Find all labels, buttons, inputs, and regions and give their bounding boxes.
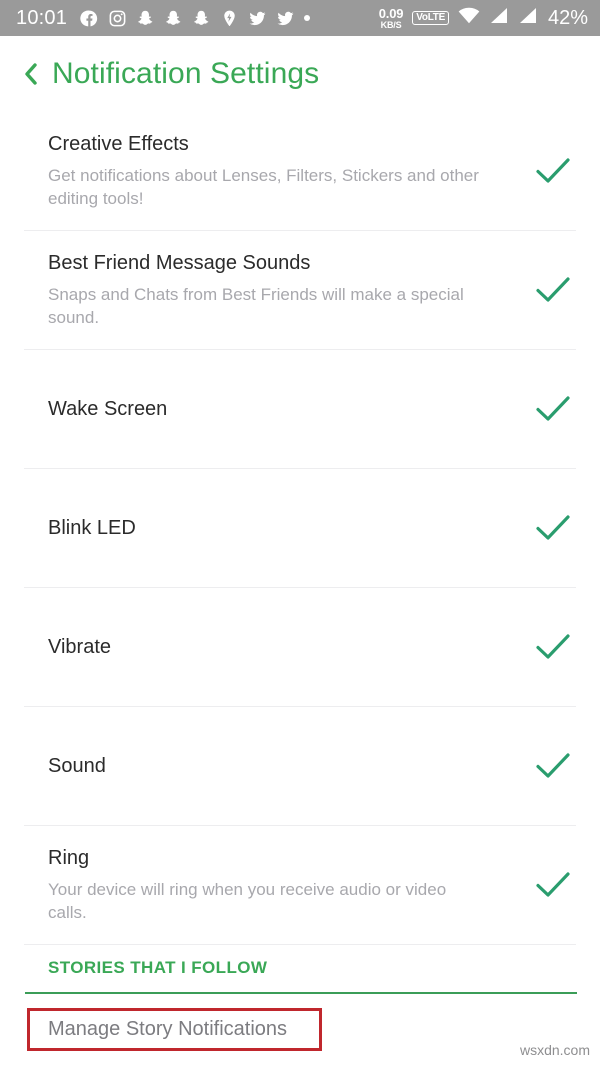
checkmark-icon[interactable] [530,156,576,186]
setting-row-sound[interactable]: Sound [0,707,600,825]
setting-title: Ring [48,846,90,869]
setting-row-wake-screen[interactable]: Wake Screen [0,350,600,468]
section-header-stories-that-i-follow: STORIES THAT I FOLLOW [48,958,268,977]
setting-row-creative-effects[interactable]: Creative Effects Get notifications about… [0,112,600,230]
wifi-icon [458,7,480,29]
checkmark-icon[interactable] [530,870,576,900]
setting-subtitle: Get notifications about Lenses, Filters,… [48,165,479,208]
row-divider [24,944,576,945]
network-speed-indicator: 0.09 KB/S [379,7,404,30]
twitter-icon [248,9,267,28]
section-green-rule [25,992,577,994]
setting-row-ring[interactable]: Ring Your device will ring when you rece… [0,826,600,944]
setting-texts: Best Friend Message Sounds Snaps and Cha… [48,251,530,330]
network-speed-unit: KB/S [380,19,402,30]
setting-texts: Ring Your device will ring when you rece… [48,846,530,925]
watermark: wsxdn.com [519,1042,590,1058]
checkmark-icon[interactable] [530,394,576,424]
setting-row-blink-led[interactable]: Blink LED [0,469,600,587]
setting-texts: Blink LED [48,516,530,540]
notification-settings-screen: 10:01 0.09 KB/S VoLTE 42% Notification S… [0,0,600,1066]
signal-icon [489,7,509,29]
setting-row-vibrate[interactable]: Vibrate [0,588,600,706]
snapchat-bolt-icon [220,9,239,28]
network-speed-value: 0.09 [378,5,404,21]
snapchat-icon [164,9,183,28]
checkmark-icon[interactable] [530,275,576,305]
setting-texts: Wake Screen [48,397,530,421]
page-header: Notification Settings [0,36,600,112]
setting-title: Vibrate [48,636,112,658]
annotation-highlight-box [27,1008,322,1051]
status-bar-notification-icons [80,9,311,28]
signal-icon [518,7,538,29]
setting-title: Best Friend Message Sounds [48,251,311,274]
snapchat-icon [192,9,211,28]
snapchat-icon [136,9,155,28]
overflow-dot-icon [304,15,311,21]
setting-row-best-friend-message-sounds[interactable]: Best Friend Message Sounds Snaps and Cha… [0,231,600,349]
setting-title: Creative Effects [48,132,189,155]
twitter-icon [276,9,295,28]
checkmark-icon[interactable] [530,632,576,662]
setting-title: Wake Screen [48,398,168,420]
battery-percent: 42% [547,7,588,29]
checkmark-icon[interactable] [530,513,576,543]
settings-list: Creative Effects Get notifications about… [0,112,600,945]
checkmark-icon[interactable] [530,751,576,781]
status-bar-right-cluster: 0.09 KB/S VoLTE 42% [379,7,588,30]
setting-texts: Sound [48,754,530,778]
status-bar-clock: 10:01 [16,7,68,29]
setting-title: Sound [48,755,106,777]
setting-texts: Vibrate [48,635,530,659]
setting-title: Blink LED [48,517,136,539]
instagram-icon [108,9,127,28]
setting-texts: Creative Effects Get notifications about… [48,132,530,211]
page-title: Notification Settings [52,57,320,90]
status-bar: 10:01 0.09 KB/S VoLTE 42% [0,0,600,36]
facebook-icon [80,9,99,28]
back-chevron-icon[interactable] [18,59,44,89]
volte-badge: VoLTE [412,10,449,26]
setting-subtitle: Your device will ring when you receive a… [48,879,447,922]
setting-subtitle: Snaps and Chats from Best Friends will m… [48,284,464,327]
